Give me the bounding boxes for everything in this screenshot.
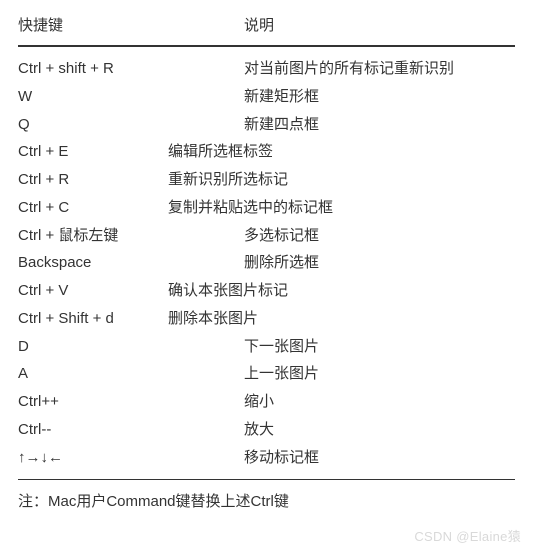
shortcut-desc: 重新识别所选标记 [168,166,515,194]
table-row: D下一张图片 [18,333,515,361]
shortcut-key: Ctrl + shift + R [18,55,244,83]
shortcut-key: Backspace [18,249,244,277]
table-row: Ctrl + C复制并粘贴选中的标记框 [18,194,515,222]
shortcut-key: ↑→↓← [18,444,244,472]
table-row: W新建矩形框 [18,83,515,111]
shortcut-desc: 编辑所选框标签 [168,138,515,166]
shortcut-desc: 放大 [244,416,515,444]
footnote: 注：Mac用户Command键替换上述Ctrl键 [18,490,515,511]
shortcut-key: D [18,333,244,361]
shortcut-key: Ctrl + C [18,194,168,222]
watermark: CSDN @Elaine猿 [414,526,521,545]
table-row: A上一张图片 [18,360,515,388]
table-row: Ctrl + R重新识别所选标记 [18,166,515,194]
divider-top [18,45,515,47]
table-header: 快捷键 说明 [18,14,515,35]
shortcut-table: 快捷键 说明 Ctrl + shift + R对当前图片的所有标记重新识别W新建… [18,14,515,511]
shortcut-key: Ctrl-- [18,416,244,444]
shortcut-desc: 移动标记框 [244,444,515,472]
shortcut-desc: 删除本张图片 [168,305,515,333]
header-key: 快捷键 [18,14,244,35]
divider-bottom [18,479,515,480]
shortcut-key: Q [18,111,244,139]
table-row: Ctrl--放大 [18,416,515,444]
shortcut-desc: 下一张图片 [244,333,515,361]
table-row: ↑→↓←移动标记框 [18,444,515,472]
shortcut-desc: 新建四点框 [244,111,515,139]
table-body: Ctrl + shift + R对当前图片的所有标记重新识别W新建矩形框Q新建四… [18,55,515,471]
table-row: Ctrl + V确认本张图片标记 [18,277,515,305]
shortcut-desc: 新建矩形框 [244,83,515,111]
shortcut-key: A [18,360,244,388]
shortcut-desc: 上一张图片 [244,360,515,388]
shortcut-key: Ctrl + Shift + d [18,305,168,333]
table-row: Q新建四点框 [18,111,515,139]
table-row: Ctrl + 鼠标左键多选标记框 [18,222,515,250]
shortcut-desc: 复制并粘贴选中的标记框 [168,194,515,222]
table-row: Backspace删除所选框 [18,249,515,277]
shortcut-desc: 确认本张图片标记 [168,277,515,305]
shortcut-key: Ctrl + V [18,277,168,305]
shortcut-desc: 删除所选框 [244,249,515,277]
header-desc: 说明 [244,14,515,35]
shortcut-desc: 多选标记框 [244,222,515,250]
table-row: Ctrl + Shift + d删除本张图片 [18,305,515,333]
shortcut-key: Ctrl + E [18,138,168,166]
shortcut-key: W [18,83,244,111]
shortcut-key: Ctrl++ [18,388,244,416]
table-row: Ctrl + shift + R对当前图片的所有标记重新识别 [18,55,515,83]
shortcut-desc: 对当前图片的所有标记重新识别 [244,55,515,83]
table-row: Ctrl++缩小 [18,388,515,416]
shortcut-key: Ctrl + 鼠标左键 [18,222,244,250]
table-row: Ctrl + E编辑所选框标签 [18,138,515,166]
shortcut-key: Ctrl + R [18,166,168,194]
shortcut-desc: 缩小 [244,388,515,416]
